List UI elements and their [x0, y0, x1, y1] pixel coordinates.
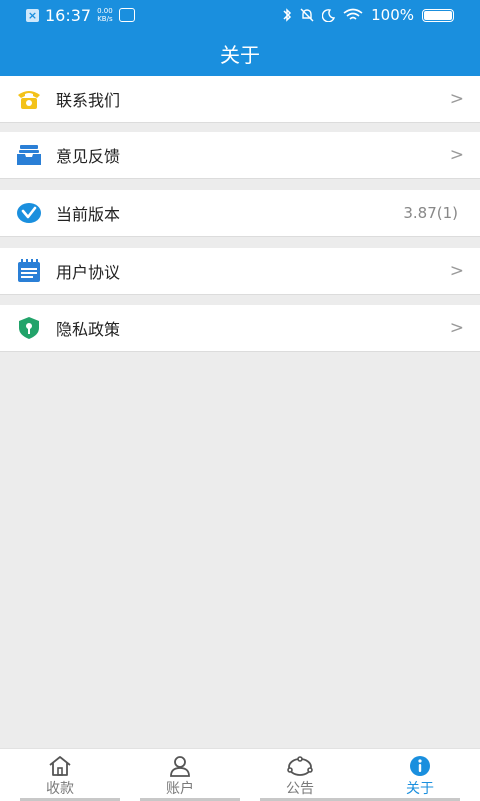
app-notification-icon: ×	[26, 8, 39, 22]
mute-bell-icon	[300, 8, 314, 22]
chevron-right-icon: >	[449, 261, 464, 281]
list-item-feedback[interactable]: 意见反馈 >	[0, 132, 480, 179]
list-item-label: 意见反馈	[56, 147, 121, 166]
battery-percent: 100%	[371, 6, 414, 24]
home-icon	[49, 756, 71, 776]
version-check-icon	[17, 203, 41, 223]
list-item-current-version[interactable]: 当前版本 3.87(1)	[0, 190, 480, 237]
tab-label: 公告	[286, 781, 314, 797]
list-item-label: 用户协议	[56, 263, 121, 282]
info-icon	[410, 756, 430, 776]
tab-account[interactable]: 账户	[120, 749, 240, 801]
page-title: 关于	[220, 42, 260, 67]
tab-label: 收款	[46, 781, 74, 797]
tab-label: 账户	[166, 781, 194, 797]
version-value: 3.87(1)	[403, 204, 458, 222]
battery-icon	[422, 8, 454, 22]
status-bar: × 16:37 0.00 KB/s 100%	[0, 0, 480, 30]
list-item-label: 隐私政策	[56, 320, 121, 339]
network-speed: 0.00 KB/s	[97, 7, 113, 23]
bluetooth-icon	[283, 8, 292, 22]
bottom-tab-bar: 收款 账户 公告 关于	[0, 748, 480, 801]
wifi-icon	[343, 8, 363, 20]
app-header: 关于	[0, 30, 480, 76]
list-item-privacy-policy[interactable]: 隐私政策 >	[0, 305, 480, 352]
user-icon	[170, 756, 190, 777]
network-speed-unit: KB/s	[97, 15, 113, 23]
network-speed-value: 0.00	[97, 7, 113, 15]
phone-icon	[18, 91, 40, 109]
chevron-right-icon: >	[449, 89, 464, 109]
list-item-user-agreement[interactable]: 用户协议 >	[0, 248, 480, 295]
agreement-notepad-icon	[18, 259, 40, 282]
tab-collect[interactable]: 收款	[0, 749, 120, 801]
privacy-shield-icon	[19, 317, 39, 339]
tab-label: 关于	[406, 781, 434, 797]
list-item-label: 当前版本	[56, 205, 121, 224]
chevron-right-icon: >	[449, 145, 464, 165]
tab-about[interactable]: 关于	[360, 749, 480, 801]
hd-icon	[118, 8, 135, 22]
list-item-label: 联系我们	[56, 91, 121, 110]
feedback-tray-icon	[17, 145, 41, 165]
announcement-icon	[287, 756, 313, 776]
tab-announcement[interactable]: 公告	[240, 749, 360, 801]
moon-icon	[322, 8, 336, 22]
list-item-contact-us[interactable]: 联系我们 >	[0, 76, 480, 123]
status-time: 16:37	[45, 5, 92, 25]
chevron-right-icon: >	[449, 318, 464, 338]
